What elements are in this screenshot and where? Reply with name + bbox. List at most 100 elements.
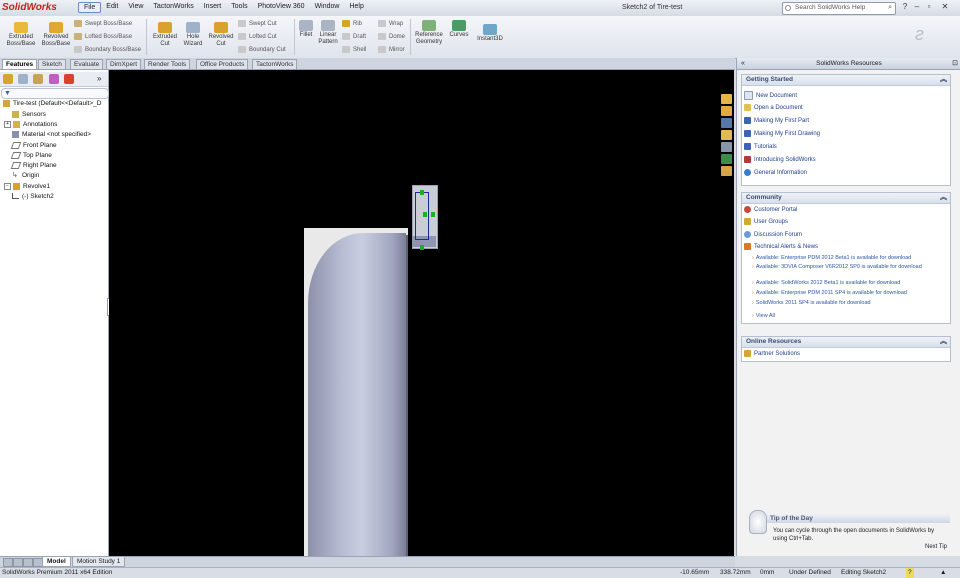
revolved-cut-button[interactable]: Revolved Cut xyxy=(206,22,236,48)
menu-insert[interactable]: Insert xyxy=(199,2,227,13)
reference-geometry-button[interactable]: Reference Geometry xyxy=(412,20,446,46)
search-help-input[interactable]: Search SolidWorks Help ⌕ xyxy=(782,2,896,15)
configuration-tab-icon[interactable] xyxy=(33,74,43,84)
home-icon[interactable] xyxy=(721,106,732,116)
link-new-document[interactable]: New Document xyxy=(744,91,797,100)
link-partner-solutions[interactable]: Partner Solutions xyxy=(744,350,800,357)
collapse-chevron-icon[interactable]: ︽ xyxy=(940,75,947,85)
sketch-point-handle[interactable] xyxy=(420,245,424,250)
getting-started-header[interactable]: Getting Started ︽ xyxy=(742,75,950,86)
linear-pattern-button[interactable]: Linear Pattern xyxy=(316,20,340,46)
draft-button[interactable]: Draft xyxy=(342,33,366,40)
tree-item-material[interactable]: Material <not specified> xyxy=(12,131,91,138)
mirror-button[interactable]: Mirror xyxy=(378,46,405,53)
link-general-information[interactable]: General Information xyxy=(744,169,807,176)
link-discussion-forum[interactable]: Discussion Forum xyxy=(744,231,802,238)
view-palette-icon[interactable] xyxy=(721,142,732,152)
expand-tabs-icon[interactable]: » xyxy=(97,74,101,83)
tree-item-top-plane[interactable]: Top Plane xyxy=(10,152,52,159)
link-first-part[interactable]: Making My First Part xyxy=(744,117,809,124)
tree-item-annotations[interactable]: + Annotations xyxy=(4,121,57,128)
news-item[interactable]: › Available: Enterprise PDM 2011 SP4 is a… xyxy=(752,290,946,297)
fillet-button[interactable]: Fillet xyxy=(296,20,316,39)
extruded-boss-button[interactable]: Extruded Boss/Base xyxy=(6,22,36,48)
wrap-button[interactable]: Wrap xyxy=(378,20,403,27)
instant3d-button[interactable]: Instant3D xyxy=(474,24,506,43)
next-tip-link[interactable]: Next Tip xyxy=(925,544,947,550)
news-item[interactable]: › Available: Enterprise PDM 2012 Beta1 is… xyxy=(752,255,946,262)
tab-render-tools[interactable]: Render Tools xyxy=(144,59,191,69)
community-header[interactable]: Community ︽ xyxy=(742,193,950,204)
sketch-point-handle[interactable] xyxy=(431,212,435,217)
first-tab-arrow-icon[interactable] xyxy=(3,558,13,567)
menu-view[interactable]: View xyxy=(123,2,148,13)
menu-file[interactable]: File xyxy=(78,2,102,13)
graphics-viewport[interactable] xyxy=(109,70,734,556)
collapse-chevron-icon[interactable]: ︽ xyxy=(940,193,947,203)
expand-icon[interactable]: + xyxy=(4,121,11,128)
tree-root-part[interactable]: Tire-test (Default<<Default>_D xyxy=(3,100,101,107)
revolved-boss-button[interactable]: Revolved Boss/Base xyxy=(40,22,72,48)
menu-window[interactable]: Window xyxy=(310,2,345,13)
design-library-icon[interactable] xyxy=(721,118,732,128)
collapse-pane-icon[interactable]: « xyxy=(741,58,745,69)
link-first-drawing[interactable]: Making My First Drawing xyxy=(744,130,820,137)
tree-item-sensors[interactable]: Sensors xyxy=(12,111,46,118)
hole-wizard-button[interactable]: Hole Wizard xyxy=(180,22,206,48)
appearances-icon[interactable] xyxy=(721,154,732,164)
link-user-groups[interactable]: User Groups xyxy=(744,218,788,225)
tab-office-products[interactable]: Office Products xyxy=(196,59,249,69)
tab-features[interactable]: Features xyxy=(2,59,38,69)
swept-cut-button[interactable]: Swept Cut xyxy=(238,20,277,27)
boundary-boss-button[interactable]: Boundary Boss/Base xyxy=(74,46,141,53)
dimxpert-tab-icon[interactable] xyxy=(49,74,59,84)
menu-help[interactable]: Help xyxy=(344,2,368,13)
pin-icon[interactable]: ⊡ xyxy=(952,58,958,69)
tab-model[interactable]: Model xyxy=(42,557,71,567)
prev-tab-arrow-icon[interactable] xyxy=(13,558,23,567)
news-item[interactable]: › SolidWorks 2011 SP4 is available for do… xyxy=(752,300,946,307)
lofted-cut-button[interactable]: Lofted Cut xyxy=(238,33,277,40)
close-button[interactable]: ✕ xyxy=(940,2,950,11)
tree-item-revolve1[interactable]: − Revolve1 xyxy=(4,183,50,190)
tree-item-sketch2[interactable]: (-) Sketch2 xyxy=(12,193,54,200)
sketch-point-handle[interactable] xyxy=(420,190,424,195)
link-customer-portal[interactable]: Customer Portal xyxy=(744,206,797,213)
boundary-cut-button[interactable]: Boundary Cut xyxy=(238,46,286,53)
revolved-part-body[interactable] xyxy=(308,233,406,556)
tree-item-right-plane[interactable]: Right Plane xyxy=(10,162,57,169)
tab-tactonworks[interactable]: TactonWorks xyxy=(252,59,298,69)
link-tutorials[interactable]: Tutorials xyxy=(744,143,777,150)
feature-tree-tab-icon[interactable] xyxy=(3,74,13,84)
menu-edit[interactable]: Edit xyxy=(101,2,123,13)
link-introducing-solidworks[interactable]: Introducing SolidWorks xyxy=(744,156,816,163)
tree-item-front-plane[interactable]: Front Plane xyxy=(10,142,57,149)
restore-button[interactable]: ▫ xyxy=(924,2,934,11)
menu-photoview[interactable]: PhotoView 360 xyxy=(253,2,310,13)
help-icon[interactable]: ? xyxy=(900,2,910,11)
solidworks-logo[interactable]: SolidWorks xyxy=(2,2,57,13)
news-item[interactable]: › Available: 3DVIA Composer V6R2012 SP0 i… xyxy=(752,264,946,271)
link-open-document[interactable]: Open a Document xyxy=(744,104,803,111)
shell-button[interactable]: Shell xyxy=(342,46,366,53)
menu-tools[interactable]: Tools xyxy=(226,2,252,13)
feature-filter-input[interactable]: ▼ xyxy=(1,88,109,99)
tab-dimxpert[interactable]: DimXpert xyxy=(106,59,142,69)
dome-button[interactable]: Dome xyxy=(378,33,405,40)
custom-properties-icon[interactable] xyxy=(721,166,732,176)
tab-evaluate[interactable]: Evaluate xyxy=(70,59,104,69)
property-manager-tab-icon[interactable] xyxy=(18,74,28,84)
link-technical-alerts[interactable]: Technical Alerts & News xyxy=(744,243,818,250)
lofted-boss-button[interactable]: Lofted Boss/Base xyxy=(74,33,132,40)
minimize-button[interactable]: – xyxy=(912,2,922,11)
tree-item-origin[interactable]: ↳ Origin xyxy=(12,172,39,179)
sketch-point-handle[interactable] xyxy=(423,212,427,217)
view-all-link[interactable]: › View All xyxy=(752,313,946,320)
tab-motion-study-1[interactable]: Motion Study 1 xyxy=(72,557,126,567)
task-pane-resources-icon[interactable] xyxy=(721,94,732,104)
next-tab-arrow-icon[interactable] xyxy=(23,558,33,567)
collapse-icon[interactable]: − xyxy=(4,183,11,190)
display-manager-tab-icon[interactable] xyxy=(64,74,74,84)
extruded-cut-button[interactable]: Extruded Cut xyxy=(150,22,180,48)
tab-sketch[interactable]: Sketch xyxy=(38,59,66,69)
